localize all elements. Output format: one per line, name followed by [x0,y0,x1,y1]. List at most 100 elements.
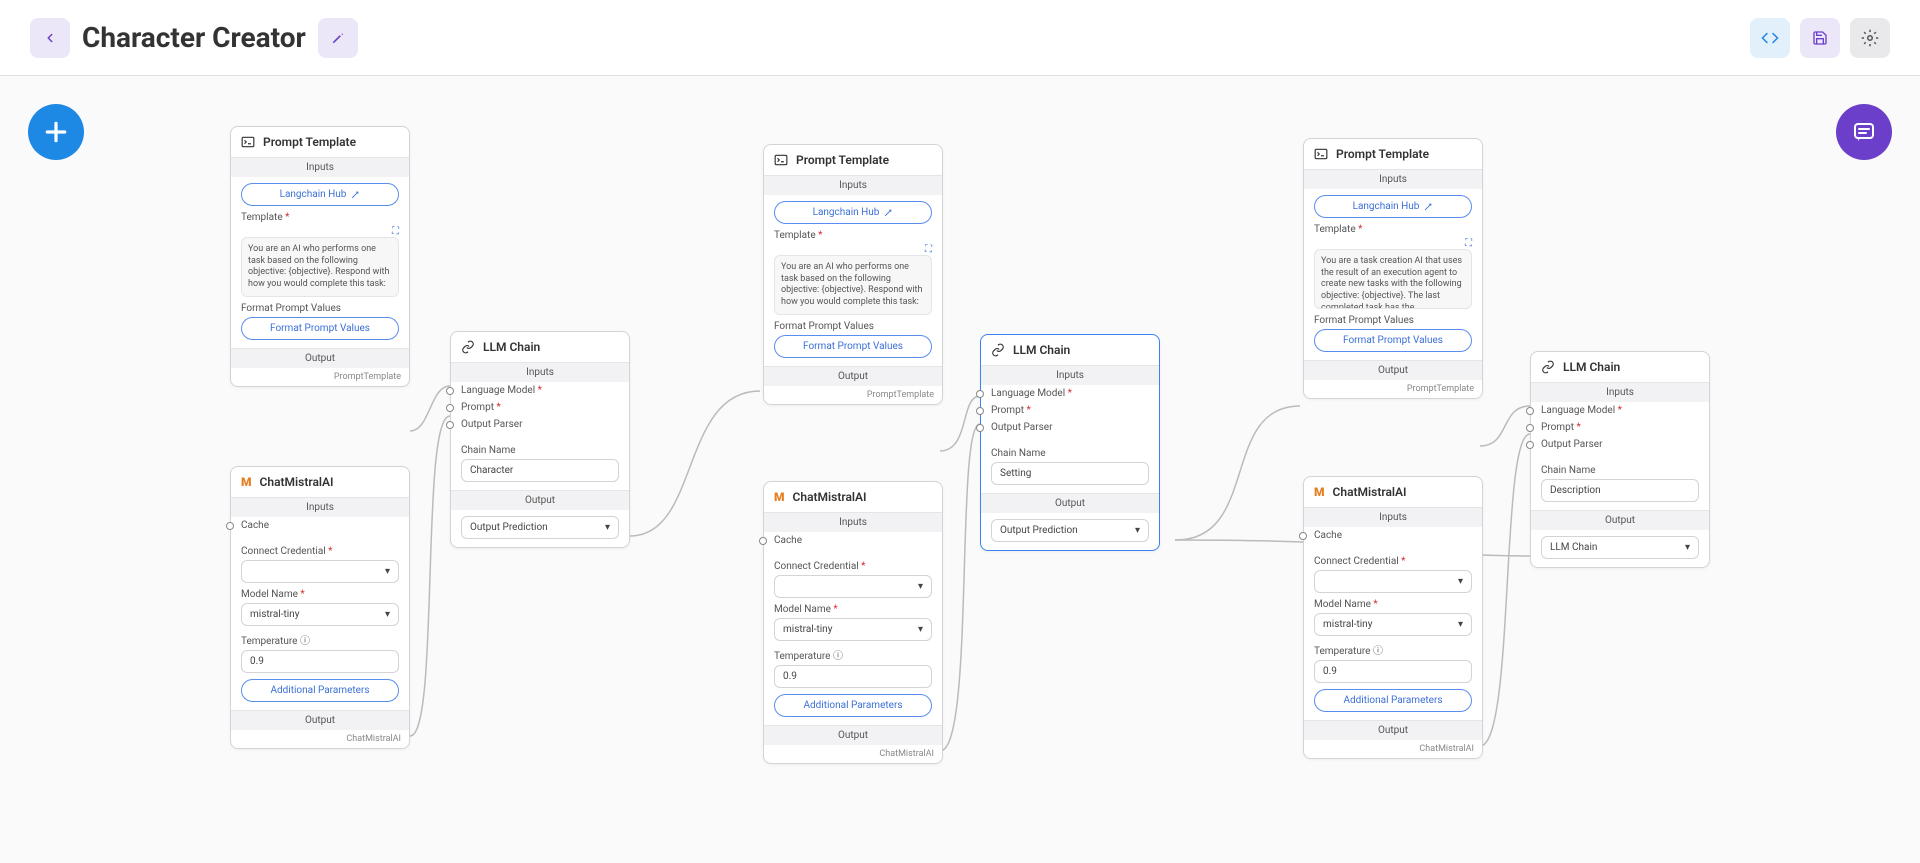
credential-select[interactable]: ▾ [241,560,399,583]
langchain-hub-button[interactable]: Langchain Hub [774,201,932,224]
inputs-section: Inputs [1304,169,1482,189]
format-prompt-button[interactable]: Format Prompt Values [241,317,399,340]
node-header: LLM Chain [1531,352,1709,382]
info-icon[interactable]: ⓘ [1373,646,1383,657]
link-icon [1541,360,1555,374]
llm-chain-node-1[interactable]: LLM Chain Inputs Language Model Prompt O… [450,331,630,548]
expand-icon[interactable]: ⛶ [925,244,932,255]
outputs-section: Output [451,490,629,510]
terminal-icon [774,153,788,167]
node-header: M ChatMistralAI [1304,477,1482,507]
chat-mistral-node-2[interactable]: M ChatMistralAI Inputs Cache Connect Cre… [763,481,943,764]
format-prompt-button[interactable]: Format Prompt Values [774,335,932,358]
save-button[interactable] [1800,18,1840,58]
output-label: ChatMistralAI [231,730,409,748]
add-node-button[interactable] [28,104,84,160]
outputs-section: Output [981,493,1159,513]
info-icon[interactable]: ⓘ [833,651,843,662]
node-title: LLM Chain [483,340,540,354]
code-button[interactable] [1750,18,1790,58]
node-header: M ChatMistralAI [764,482,942,512]
chain-name-input[interactable]: Description [1541,479,1699,502]
inputs-section: Inputs [231,157,409,177]
expand-icon[interactable]: ⛶ [392,226,399,237]
node-title: Prompt Template [263,135,356,149]
expand-icon[interactable]: ⛶ [1465,238,1472,249]
prompt-template-node-3[interactable]: Prompt Template Inputs Langchain Hub Tem… [1303,138,1483,399]
model-select[interactable]: mistral-tiny▾ [1314,613,1472,636]
page-title: Character Creator [82,21,306,54]
node-header: Prompt Template [1304,139,1482,169]
credential-select[interactable]: ▾ [774,575,932,598]
terminal-icon [1314,147,1328,161]
chain-name-input[interactable]: Setting [991,462,1149,485]
chain-name-input[interactable]: Character [461,459,619,482]
temperature-input[interactable]: 0.9 [241,650,399,673]
node-title: LLM Chain [1013,343,1070,357]
parser-port: Output Parser [451,416,629,433]
template-label: Template [241,212,399,223]
format-prompt-button[interactable]: Format Prompt Values [1314,329,1472,352]
info-icon[interactable]: ⓘ [300,636,310,647]
node-header: Prompt Template [231,127,409,157]
additional-params-button[interactable]: Additional Parameters [241,679,399,702]
link-icon [461,340,475,354]
langchain-hub-button[interactable]: Langchain Hub [241,183,399,206]
mistral-icon: M [1314,485,1325,499]
prompt-port: Prompt [451,399,629,416]
back-button[interactable] [30,18,70,58]
temperature-input[interactable]: 0.9 [774,665,932,688]
edit-title-button[interactable] [318,18,358,58]
inputs-section: Inputs [764,175,942,195]
langchain-hub-button[interactable]: Langchain Hub [1314,195,1472,218]
additional-params-button[interactable]: Additional Parameters [774,694,932,717]
wand-icon [883,208,893,218]
cred-label: Connect Credential [241,546,399,557]
additional-params-button[interactable]: Additional Parameters [1314,689,1472,712]
cache-port: Cache [1304,527,1482,544]
settings-button[interactable] [1850,18,1890,58]
canvas[interactable]: Prompt Template Inputs Langchain Hub Tem… [0,76,1920,863]
parser-port: Output Parser [1531,436,1709,453]
format-label: Format Prompt Values [1314,315,1472,326]
header-left: Character Creator [30,18,358,58]
node-title: ChatMistralAI [260,475,334,489]
model-select[interactable]: mistral-tiny▾ [241,603,399,626]
output-label: ChatMistralAI [1304,740,1482,758]
template-textarea[interactable]: You are an AI who performs one task base… [774,255,932,315]
outputs-section: Output [1304,360,1482,380]
header-right [1750,18,1890,58]
template-textarea[interactable]: You are an AI who performs one task base… [241,237,399,297]
chat-mistral-node-3[interactable]: M ChatMistralAI Inputs Cache Connect Cre… [1303,476,1483,759]
template-textarea[interactable]: You are a task creation AI that uses the… [1314,249,1472,309]
inputs-section: Inputs [1531,382,1709,402]
outputs-section: Output [1304,720,1482,740]
lang-model-port: Language Model [451,382,629,399]
output-select[interactable]: LLM Chain▾ [1541,536,1699,559]
cache-port: Cache [764,532,942,549]
prompt-template-node-1[interactable]: Prompt Template Inputs Langchain Hub Tem… [230,126,410,387]
node-title: Prompt Template [796,153,889,167]
outputs-section: Output [764,366,942,386]
wand-icon [1423,202,1433,212]
temp-label: Temperature ⓘ [1314,642,1472,657]
mistral-icon: M [241,475,252,489]
output-select[interactable]: Output Prediction▾ [461,516,619,539]
gear-icon [1861,29,1879,47]
temp-label: Temperature ⓘ [241,632,399,647]
model-label: Model Name [774,604,932,615]
node-title: ChatMistralAI [1333,485,1407,499]
prompt-template-node-2[interactable]: Prompt Template Inputs Langchain Hub Tem… [763,144,943,405]
chat-button[interactable] [1836,104,1892,160]
node-title: ChatMistralAI [793,490,867,504]
llm-chain-node-3[interactable]: LLM Chain Inputs Language Model Prompt O… [1530,351,1710,568]
chat-icon [1852,120,1876,144]
credential-select[interactable]: ▾ [1314,570,1472,593]
temperature-input[interactable]: 0.9 [1314,660,1472,683]
output-select[interactable]: Output Prediction▾ [991,519,1149,542]
model-select[interactable]: mistral-tiny▾ [774,618,932,641]
inputs-section: Inputs [1304,507,1482,527]
llm-chain-node-2[interactable]: LLM Chain Inputs Language Model Prompt O… [980,334,1160,551]
chat-mistral-node-1[interactable]: M ChatMistralAI Inputs Cache Connect Cre… [230,466,410,749]
chain-name-label: Chain Name [1541,465,1699,476]
